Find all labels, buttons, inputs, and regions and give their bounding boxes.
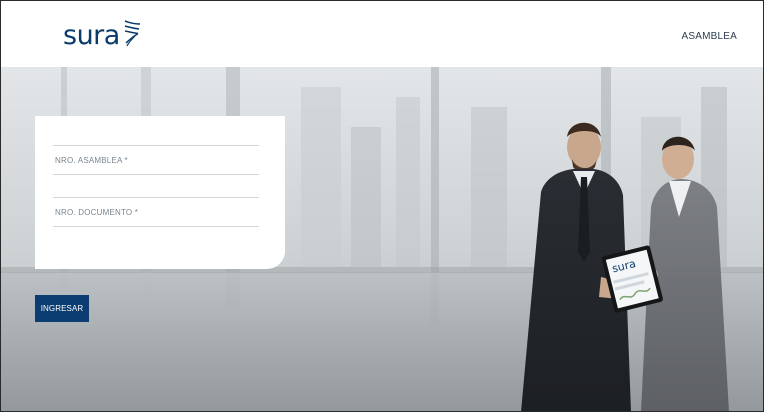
logo-wordmark: sura (63, 19, 120, 51)
site-header: sura ASAMBLEA (1, 1, 763, 67)
document-number-input[interactable] (53, 198, 259, 226)
login-card (35, 116, 285, 269)
sura-logo[interactable]: sura (63, 15, 142, 55)
assembly-number-field (53, 145, 259, 175)
hero-banner: sura INGRESAR (1, 67, 763, 411)
page-frame: sura ASAMBLEA sura NRO. ASAMBLEA * NRO. … (0, 0, 764, 412)
submit-button[interactable]: INGRESAR (35, 295, 89, 322)
wing-icon (124, 20, 140, 47)
document-number-field (53, 197, 259, 227)
assembly-number-input[interactable] (53, 146, 259, 174)
nav-link-asamblea[interactable]: ASAMBLEA (681, 31, 737, 42)
